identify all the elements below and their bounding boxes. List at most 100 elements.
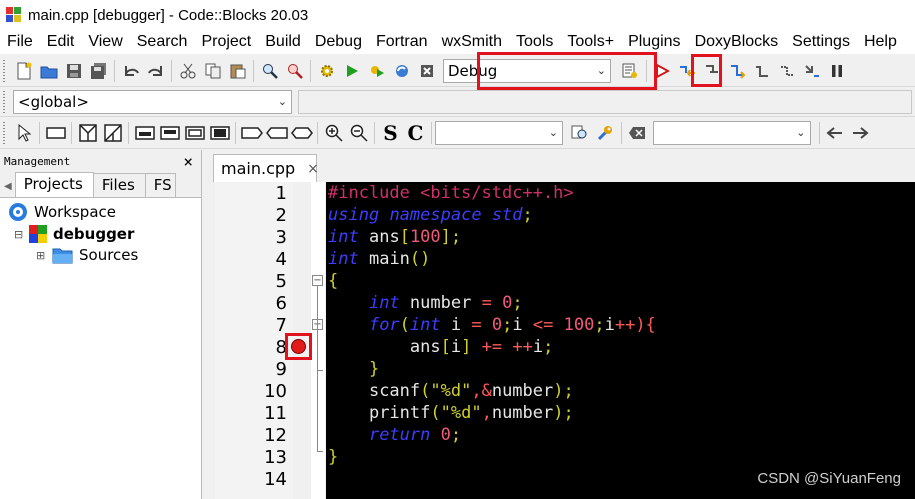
run-icon[interactable] — [341, 60, 363, 82]
code-line[interactable]: scanf("%d",&number); — [328, 380, 574, 402]
tree-item-workspace[interactable]: Workspace — [8, 202, 116, 222]
toolbar-grip[interactable] — [3, 59, 7, 82]
replace-icon[interactable] — [284, 60, 306, 82]
line-number[interactable]: 11 — [215, 403, 287, 424]
copy-icon[interactable] — [202, 60, 224, 82]
forward-arrow-icon[interactable] — [849, 122, 871, 144]
build-target-select[interactable]: Debug ⌄ — [443, 58, 611, 83]
menu-tools-plus[interactable]: Tools+ — [560, 33, 621, 51]
line-number[interactable]: 8 — [215, 337, 287, 358]
code-line[interactable]: } — [328, 358, 379, 380]
code-line[interactable]: using namespace std; — [328, 204, 533, 226]
scope-select[interactable]: <global> ⌄ — [13, 89, 292, 114]
zoom-in-icon[interactable] — [323, 122, 345, 144]
menu-plugins[interactable]: Plugins — [621, 33, 687, 51]
abort-icon[interactable] — [416, 60, 438, 82]
code-line[interactable]: int number = 0; — [328, 292, 523, 314]
arrow-shape-1-icon[interactable] — [240, 122, 263, 144]
save-all-icon[interactable] — [88, 60, 110, 82]
pause-icon[interactable] — [826, 60, 848, 82]
build-run-icon[interactable] — [366, 60, 388, 82]
line-number[interactable]: 9 — [215, 359, 287, 380]
clear-icon[interactable] — [626, 122, 648, 144]
menu-doxyblocks[interactable]: DoxyBlocks — [688, 33, 786, 51]
step-into-icon[interactable] — [726, 60, 748, 82]
tree-item-sources[interactable]: ⊞ Sources — [36, 246, 138, 264]
code-line[interactable]: ans[i] += ++i; — [328, 336, 553, 358]
menu-fortran[interactable]: Fortran — [369, 33, 435, 51]
block-shape-2-icon[interactable] — [159, 122, 181, 144]
zoom-out-icon[interactable] — [348, 122, 370, 144]
line-number[interactable]: 2 — [215, 205, 287, 226]
symbol-combo[interactable]: ⌄ — [652, 120, 811, 145]
back-arrow-icon[interactable] — [824, 122, 846, 144]
step-into-instruction-icon[interactable] — [801, 60, 823, 82]
line-number[interactable]: 10 — [215, 381, 287, 402]
line-number[interactable]: 7 — [215, 315, 287, 336]
rectangle-shape-icon[interactable] — [45, 122, 67, 144]
code-line[interactable]: return 0; — [328, 424, 461, 446]
search-combo[interactable]: ⌄ — [435, 120, 563, 145]
line-number[interactable]: 5 — [215, 271, 287, 292]
build-gear-icon[interactable] — [316, 60, 338, 82]
next-line-icon[interactable] — [701, 60, 723, 82]
menu-debug[interactable]: Debug — [308, 33, 369, 51]
tab-fs[interactable]: FS — [144, 173, 176, 197]
serif-s-button[interactable]: S — [380, 122, 402, 144]
serif-c-button[interactable]: C — [405, 122, 427, 144]
line-number[interactable]: 3 — [215, 227, 287, 248]
undo-icon[interactable] — [120, 60, 142, 82]
redo-icon[interactable] — [145, 60, 167, 82]
debug-continue-icon[interactable] — [651, 60, 673, 82]
decision-shape-icon[interactable] — [77, 122, 99, 144]
code-line[interactable]: } — [328, 446, 338, 468]
toolbar-grip[interactable] — [3, 90, 7, 113]
block-shape-1-icon[interactable] — [134, 122, 156, 144]
fold-toggle-icon[interactable]: − — [312, 275, 323, 286]
line-number[interactable]: 1 — [215, 183, 287, 204]
breakpoint-icon[interactable] — [291, 339, 306, 354]
pointer-icon[interactable] — [13, 122, 35, 144]
step-out-icon[interactable] — [751, 60, 773, 82]
menu-edit[interactable]: Edit — [40, 33, 82, 51]
code-line[interactable]: for(int i = 0;i <= 100;i++){ — [328, 314, 656, 336]
editor-tab-main-cpp[interactable]: main.cpp × — [213, 154, 319, 182]
code-line[interactable]: int ans[100]; — [328, 226, 461, 248]
menu-search[interactable]: Search — [130, 33, 195, 51]
new-file-icon[interactable] — [13, 60, 35, 82]
block-shape-4-icon[interactable] — [209, 122, 231, 144]
close-icon[interactable]: × — [183, 152, 193, 171]
menu-settings[interactable]: Settings — [785, 33, 857, 51]
search-doc-icon[interactable] — [569, 122, 591, 144]
next-instruction-icon[interactable] — [776, 60, 798, 82]
arrow-shape-3-icon[interactable] — [290, 122, 313, 144]
tab-scroll-left-icon[interactable]: ◀ — [0, 181, 15, 197]
rebuild-icon[interactable] — [391, 60, 413, 82]
menu-file[interactable]: File — [0, 33, 40, 51]
line-number[interactable]: 6 — [215, 293, 287, 314]
code-view[interactable]: #include <bits/stdc++.h> using namespace … — [326, 182, 915, 499]
tree-expand-icon[interactable]: ⊞ — [36, 249, 52, 262]
loop-shape-icon[interactable] — [102, 122, 124, 144]
block-shape-3-icon[interactable] — [184, 122, 206, 144]
tab-files[interactable]: Files — [92, 173, 146, 197]
show-select-target-icon[interactable] — [619, 60, 641, 82]
find-icon[interactable] — [259, 60, 281, 82]
line-number[interactable]: 4 — [215, 249, 287, 270]
menu-tools[interactable]: Tools — [509, 33, 560, 51]
code-line[interactable]: #include <bits/stdc++.h> — [328, 182, 574, 204]
menu-help[interactable]: Help — [857, 33, 904, 51]
line-number[interactable]: 12 — [215, 425, 287, 446]
tree-collapse-icon[interactable]: ⊟ — [14, 228, 28, 241]
menu-project[interactable]: Project — [194, 33, 258, 51]
menu-build[interactable]: Build — [258, 33, 308, 51]
run-to-cursor-icon[interactable] — [676, 60, 698, 82]
line-number[interactable]: 13 — [215, 447, 287, 468]
menu-wxsmith[interactable]: wxSmith — [435, 33, 509, 51]
save-icon[interactable] — [63, 60, 85, 82]
paste-icon[interactable] — [227, 60, 249, 82]
line-number[interactable]: 14 — [215, 469, 287, 490]
toolbar-grip[interactable] — [3, 121, 7, 144]
cut-icon[interactable] — [177, 60, 199, 82]
close-icon[interactable]: × — [307, 161, 319, 177]
